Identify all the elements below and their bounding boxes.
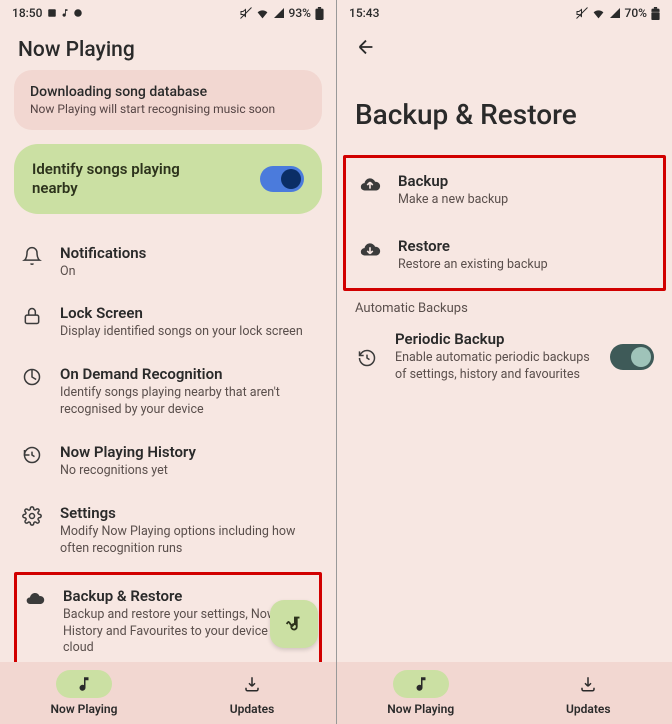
page-title: Now Playing — [0, 26, 336, 70]
history-icon — [20, 443, 44, 465]
toggle-switch-on[interactable] — [610, 344, 654, 370]
toggle-switch-on[interactable] — [260, 166, 304, 192]
status-bar: 18:50 93% — [0, 0, 336, 26]
info-title: Downloading song database — [30, 84, 306, 100]
music-note-icon — [56, 670, 112, 698]
row-settings[interactable]: Settings Modify Now Playing options incl… — [14, 492, 322, 570]
bottom-nav: Now Playing Updates — [0, 662, 336, 724]
download-icon — [224, 670, 280, 698]
download-icon — [560, 670, 616, 698]
row-restore[interactable]: Restore Restore an existing backup — [346, 223, 663, 288]
screen-backup-restore: 15:43 70% Backup & Restore Backup Make a… — [336, 0, 672, 724]
status-time: 18:50 — [12, 6, 42, 20]
status-time: 15:43 — [349, 6, 379, 20]
status-battery: 70% — [625, 6, 647, 20]
row-backup[interactable]: Backup Make a new backup — [346, 158, 663, 223]
row-history[interactable]: Now Playing History No recognitions yet — [14, 431, 322, 492]
music-note-icon — [393, 670, 449, 698]
page-title: Backup & Restore — [337, 58, 672, 155]
row-lock-screen[interactable]: Lock Screen Display identified songs on … — [14, 292, 322, 353]
row-periodic-backup[interactable]: Periodic Backup Enable automatic periodi… — [337, 318, 672, 396]
nav-now-playing[interactable]: Now Playing — [337, 670, 505, 716]
status-battery: 93% — [289, 6, 311, 20]
row-on-demand[interactable]: On Demand Recognition Identify songs pla… — [14, 353, 322, 431]
wifi-icon — [256, 7, 269, 20]
status-app-icons — [47, 8, 83, 18]
info-sub: Now Playing will start recognising music… — [30, 102, 306, 116]
signal-icon — [273, 7, 285, 19]
history-icon — [355, 346, 379, 368]
on-demand-icon — [20, 365, 44, 387]
section-auto-backups: Automatic Backups — [337, 291, 672, 318]
row-notifications[interactable]: Notifications On — [14, 232, 322, 293]
battery-icon — [651, 7, 660, 20]
bottom-nav: Now Playing Updates — [337, 662, 672, 724]
nav-updates[interactable]: Updates — [505, 670, 672, 716]
wifi-icon — [592, 7, 605, 20]
toggle-label: Identify songs playing nearby — [32, 160, 192, 198]
identify-toggle-card[interactable]: Identify songs playing nearby — [14, 144, 322, 214]
highlight-backup-options: Backup Make a new backup Restore Restore… — [343, 155, 666, 291]
fab-identify[interactable] — [270, 600, 318, 648]
gear-icon — [20, 504, 44, 526]
download-info-panel: Downloading song database Now Playing wi… — [14, 70, 322, 130]
signal-icon — [609, 7, 621, 19]
cloud-icon — [23, 587, 47, 609]
nav-updates[interactable]: Updates — [168, 670, 336, 716]
bell-icon — [20, 244, 44, 266]
cloud-download-icon — [358, 237, 382, 261]
mute-icon — [576, 7, 588, 19]
back-button[interactable] — [355, 36, 654, 58]
screen-now-playing: 18:50 93% Now Playing Downloading song d… — [0, 0, 336, 724]
cloud-upload-icon — [358, 172, 382, 196]
mute-icon — [240, 7, 252, 19]
battery-icon — [315, 7, 324, 20]
lock-icon — [20, 304, 44, 326]
nav-now-playing[interactable]: Now Playing — [0, 670, 168, 716]
status-bar: 15:43 70% — [337, 0, 672, 26]
